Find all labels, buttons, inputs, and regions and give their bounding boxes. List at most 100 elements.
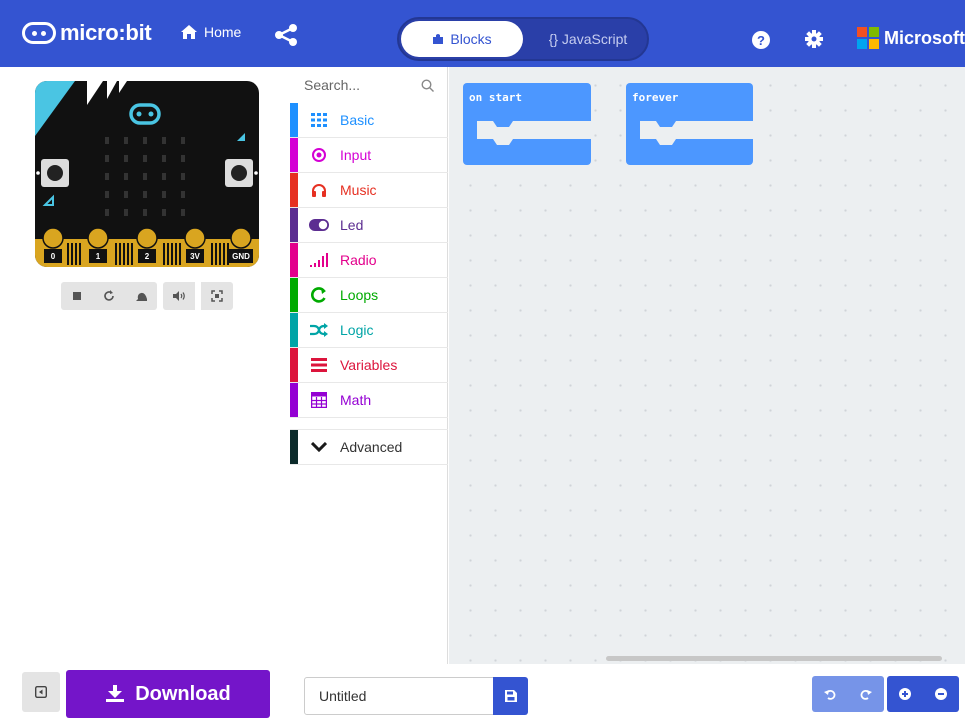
microbit-logo-icon xyxy=(22,22,56,44)
microbit-board: 0 1 2 3V GND xyxy=(35,81,259,267)
signal-icon xyxy=(309,250,329,270)
pin-0-label: 0 xyxy=(51,252,56,261)
microsoft-squares-icon xyxy=(857,27,879,49)
category-label: Variables xyxy=(340,357,398,373)
category-stripe xyxy=(290,430,298,464)
stop-icon xyxy=(73,292,81,300)
brand-name: micro:bit xyxy=(60,20,152,45)
calculator-icon xyxy=(309,390,329,410)
grid-icon xyxy=(309,110,329,130)
search-icon[interactable] xyxy=(421,79,434,92)
top-bar: micro:bit Home Blocks {} JavaScript ? Mi… xyxy=(0,0,965,67)
restart-button[interactable] xyxy=(93,282,125,310)
blocks-tab-label: Blocks xyxy=(450,31,492,47)
headphones-icon xyxy=(309,180,329,200)
fullscreen-icon xyxy=(211,290,223,302)
category-stripe xyxy=(290,313,298,347)
category-label: Radio xyxy=(340,252,377,268)
category-label: Basic xyxy=(340,112,375,128)
home-label: Home xyxy=(204,24,242,40)
javascript-tab[interactable]: {} JavaScript xyxy=(529,21,647,57)
toolbox: Search... Basic Input Music Led Radio Lo… xyxy=(290,67,448,664)
category-label: Led xyxy=(340,217,364,233)
zoom-group xyxy=(887,676,959,712)
category-led[interactable]: Led xyxy=(290,208,448,243)
zoom-in-icon xyxy=(899,688,911,700)
category-music[interactable]: Music xyxy=(290,173,448,208)
pin-2-label: 2 xyxy=(145,252,150,261)
category-stripe xyxy=(290,348,298,382)
target-icon xyxy=(309,145,329,165)
category-stripe xyxy=(290,383,298,417)
category-variables[interactable]: Variables xyxy=(290,348,448,383)
category-stripe xyxy=(290,243,298,277)
category-stripe xyxy=(290,173,298,207)
toggle-icon xyxy=(309,215,329,235)
download-icon xyxy=(106,685,125,702)
puzzle-icon xyxy=(433,34,444,44)
home-button[interactable]: Home xyxy=(180,24,241,40)
undo-redo-group xyxy=(812,676,884,712)
toolbox-search[interactable]: Search... xyxy=(290,67,448,103)
bottom-bar: Download xyxy=(0,664,965,718)
undo-icon xyxy=(824,690,836,700)
advanced-label: Advanced xyxy=(340,439,403,455)
block-notch xyxy=(477,121,591,145)
pin-1-label: 1 xyxy=(96,252,101,261)
category-advanced[interactable]: Advanced xyxy=(290,429,448,465)
blocks-tab[interactable]: Blocks xyxy=(401,21,523,57)
forever-block[interactable]: forever xyxy=(626,83,753,165)
horizontal-scrollbar[interactable] xyxy=(606,656,942,661)
collapse-simulator-button[interactable] xyxy=(22,672,60,712)
collapse-icon xyxy=(35,686,47,698)
category-radio[interactable]: Radio xyxy=(290,243,448,278)
category-label: Logic xyxy=(340,322,374,338)
zoom-out-icon xyxy=(935,688,947,700)
category-stripe xyxy=(290,138,298,172)
microsoft-logo[interactable]: Microsoft xyxy=(857,27,965,49)
help-icon[interactable]: ? xyxy=(752,31,770,49)
category-basic[interactable]: Basic xyxy=(290,103,448,138)
stop-button[interactable] xyxy=(61,282,93,310)
pin-gnd-label: GND xyxy=(232,252,250,261)
restart-icon xyxy=(104,290,114,301)
fullscreen-button[interactable] xyxy=(201,282,233,310)
save-button[interactable] xyxy=(493,677,528,715)
microbit-logo[interactable]: micro:bit xyxy=(22,20,152,46)
project-name-input[interactable] xyxy=(304,677,494,715)
category-math[interactable]: Math xyxy=(290,383,448,418)
download-label: Download xyxy=(135,682,231,705)
category-loops[interactable]: Loops xyxy=(290,278,448,313)
shuffle-icon xyxy=(309,320,329,340)
loop-icon xyxy=(309,285,329,305)
speaker-icon xyxy=(173,291,185,301)
list-icon xyxy=(309,355,329,375)
category-label: Math xyxy=(340,392,372,408)
redo-icon xyxy=(860,690,872,700)
on-start-block[interactable]: on start xyxy=(463,83,591,165)
category-label: Music xyxy=(340,182,377,198)
category-input[interactable]: Input xyxy=(290,138,448,173)
category-stripe xyxy=(290,278,298,312)
javascript-tab-label: {} JavaScript xyxy=(548,31,628,47)
category-label: Input xyxy=(340,147,372,163)
simulator-controls xyxy=(61,282,233,310)
gear-icon[interactable] xyxy=(804,29,824,49)
redo-button[interactable] xyxy=(848,676,884,712)
home-icon xyxy=(181,25,197,39)
pin-3v-label: 3V xyxy=(190,252,200,261)
save-icon xyxy=(504,690,517,702)
download-button[interactable]: Download xyxy=(66,670,270,718)
zoom-in-button[interactable] xyxy=(887,676,923,712)
category-logic[interactable]: Logic xyxy=(290,313,448,348)
undo-button[interactable] xyxy=(812,676,848,712)
mute-button[interactable] xyxy=(163,282,195,310)
zoom-out-button[interactable] xyxy=(923,676,959,712)
share-icon[interactable] xyxy=(274,24,298,46)
blocks-workspace[interactable]: on start forever xyxy=(449,67,965,664)
slow-motion-button[interactable] xyxy=(125,282,157,310)
simulator-panel: 0 1 2 3V GND xyxy=(0,67,290,664)
search-input[interactable]: Search... xyxy=(304,77,360,93)
microsoft-label: Microsoft xyxy=(884,27,965,48)
category-stripe xyxy=(290,103,298,137)
